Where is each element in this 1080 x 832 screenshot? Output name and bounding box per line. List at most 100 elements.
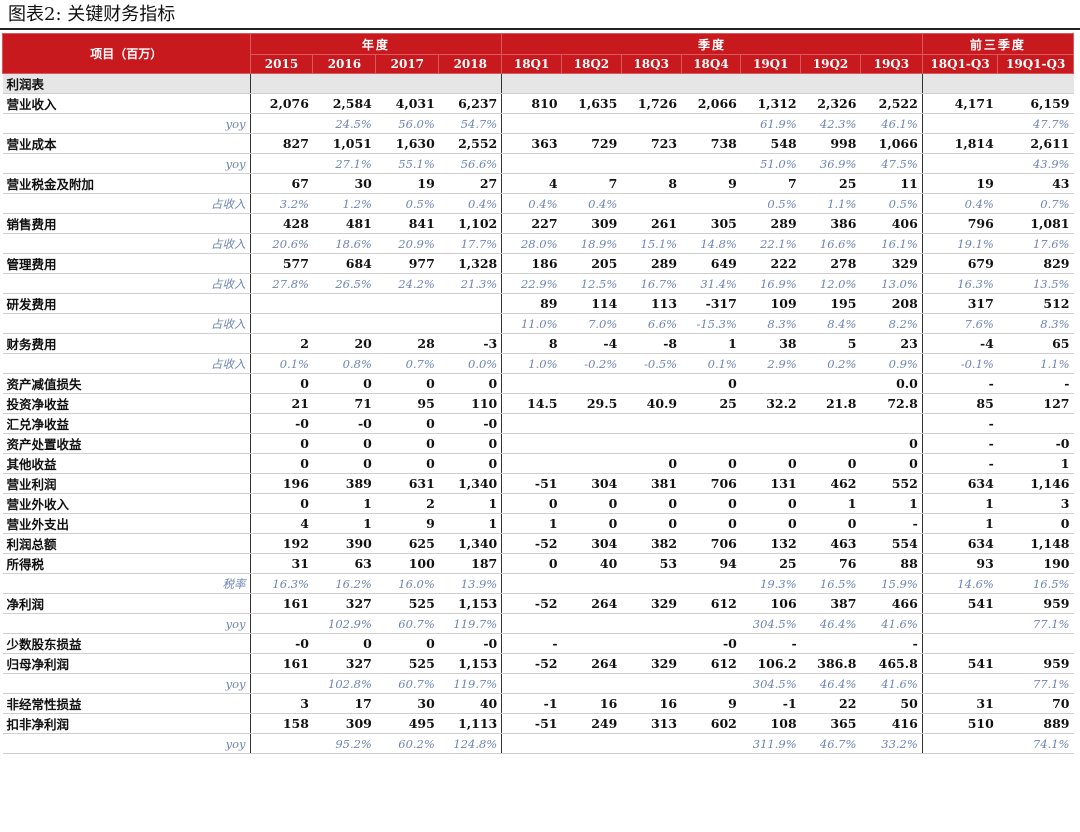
ratio-row: yoy 27.1% 55.1% 56.6% 51.0% 36.9% 47.5% 43.9%	[2, 153, 1074, 174]
table-cell: 186	[501, 253, 562, 274]
row-label: 少数股东损益	[2, 633, 251, 654]
table-cell: 60.2%	[375, 733, 439, 754]
table-cell: 0	[312, 633, 376, 654]
table-cell: 729	[561, 133, 622, 154]
table-cell	[621, 153, 682, 174]
table-cell: 634	[921, 473, 998, 494]
table-cell: 1,630	[375, 133, 439, 154]
table-cell: 43.9%	[997, 153, 1074, 174]
row-label: 占收入	[2, 193, 251, 214]
table-cell: 22.1%	[740, 233, 801, 254]
table-cell: 577	[249, 253, 313, 274]
table-cell: 24.2%	[375, 273, 439, 294]
table-cell: 46.1%	[860, 113, 923, 134]
table-cell: 227	[501, 213, 562, 234]
table-cell: 723	[621, 133, 682, 154]
table-cell	[681, 673, 741, 694]
table-cell: 161	[249, 593, 313, 614]
table-cell: -0.5%	[621, 353, 682, 374]
table-cell	[501, 113, 562, 134]
table-cell: 0	[375, 633, 439, 654]
table-cell: 512	[997, 293, 1074, 314]
table-cell: 102.8%	[312, 673, 376, 694]
table-cell: 1,635	[561, 93, 622, 114]
table-cell: 16.2%	[312, 573, 376, 594]
table-cell: -0	[249, 633, 313, 654]
row-label: 营业税金及附加	[2, 173, 251, 194]
table-cell: 14.8%	[681, 233, 741, 254]
table-cell: 6,237	[438, 93, 502, 114]
table-cell: 9	[681, 693, 741, 714]
table-cell: 119.7%	[438, 613, 502, 634]
table-cell: 4	[249, 513, 313, 534]
table-cell: 977	[375, 253, 439, 274]
table-cell	[561, 633, 622, 654]
table-cell: 0	[681, 493, 741, 514]
table-cell	[740, 433, 801, 454]
table-cell: 0.2%	[800, 353, 861, 374]
table-cell: -0.2%	[561, 353, 622, 374]
table-cell: 1,066	[860, 133, 923, 154]
table-cell: 1.0%	[501, 353, 562, 374]
table-cell: 3	[997, 493, 1074, 514]
table-cell: 1	[921, 513, 998, 534]
table-cell	[561, 73, 622, 94]
table-cell	[501, 733, 562, 754]
row-label: 营业外收入	[2, 493, 251, 514]
table-cell: 998	[800, 133, 861, 154]
table-cell: 2,611	[997, 133, 1074, 154]
table-cell: 2,326	[800, 93, 861, 114]
table-cell: 5	[800, 333, 861, 354]
table-cell: 329	[621, 593, 682, 614]
table-cell	[681, 413, 741, 434]
table-cell: 0	[501, 493, 562, 514]
row-label: yoy	[2, 113, 251, 134]
table-cell	[621, 613, 682, 634]
table-cell: 264	[561, 593, 622, 614]
table-cell: -0	[249, 413, 313, 434]
table-cell: 108	[740, 713, 801, 734]
table-cell: 2,522	[860, 93, 923, 114]
table-cell: 36.9%	[800, 153, 861, 174]
table-cell: -0	[438, 633, 502, 654]
table-cell: 43	[997, 173, 1074, 194]
table-cell: 841	[375, 213, 439, 234]
table-cell: 304	[561, 533, 622, 554]
table-cell	[800, 73, 861, 94]
table-cell	[621, 733, 682, 754]
ratio-row: yoy 95.2% 60.2% 124.8% 311.9% 46.7% 33.2% 74.1%	[2, 733, 1074, 754]
table-cell	[921, 673, 998, 694]
table-cell: 31	[249, 553, 313, 574]
table-cell: 124.8%	[438, 733, 502, 754]
ratio-row: yoy 102.9% 60.7% 119.7% 304.5% 46.4% 41.6% 77.1…	[2, 613, 1074, 634]
table-cell: 29.5	[561, 393, 622, 414]
row-label: yoy	[2, 673, 251, 694]
table-cell: 1	[860, 493, 923, 514]
table-row: 营业外收入 0 1 2 1 0 0 0 0 0 1 1 1 3	[2, 493, 1074, 514]
row-label: 利润表	[2, 73, 251, 94]
table-cell: 386.8	[800, 653, 861, 674]
table-cell: 3	[249, 693, 313, 714]
table-cell: 541	[921, 653, 998, 674]
table-cell: 4,171	[921, 93, 998, 114]
table-cell	[681, 73, 741, 94]
table-cell: 127	[997, 393, 1074, 414]
table-cell	[800, 433, 861, 454]
table-cell: 95	[375, 393, 439, 414]
group-header-first-three-quarters: 前三季度	[921, 33, 1075, 55]
table-cell: 3.2%	[249, 193, 313, 214]
table-cell: 208	[860, 293, 923, 314]
table-cell: 390	[312, 533, 376, 554]
table-cell	[561, 573, 622, 594]
table-cell: 0	[860, 433, 923, 454]
table-cell: 222	[740, 253, 801, 274]
row-label: 研发费用	[2, 293, 251, 314]
table-cell: 27.8%	[249, 273, 313, 294]
table-cell: 11	[860, 173, 923, 194]
table-cell	[621, 633, 682, 654]
table-cell: -	[501, 633, 562, 654]
table-cell: 827	[249, 133, 313, 154]
table-cell	[681, 153, 741, 174]
table-cell: 1,340	[438, 533, 502, 554]
table-cell: 1,153	[438, 653, 502, 674]
